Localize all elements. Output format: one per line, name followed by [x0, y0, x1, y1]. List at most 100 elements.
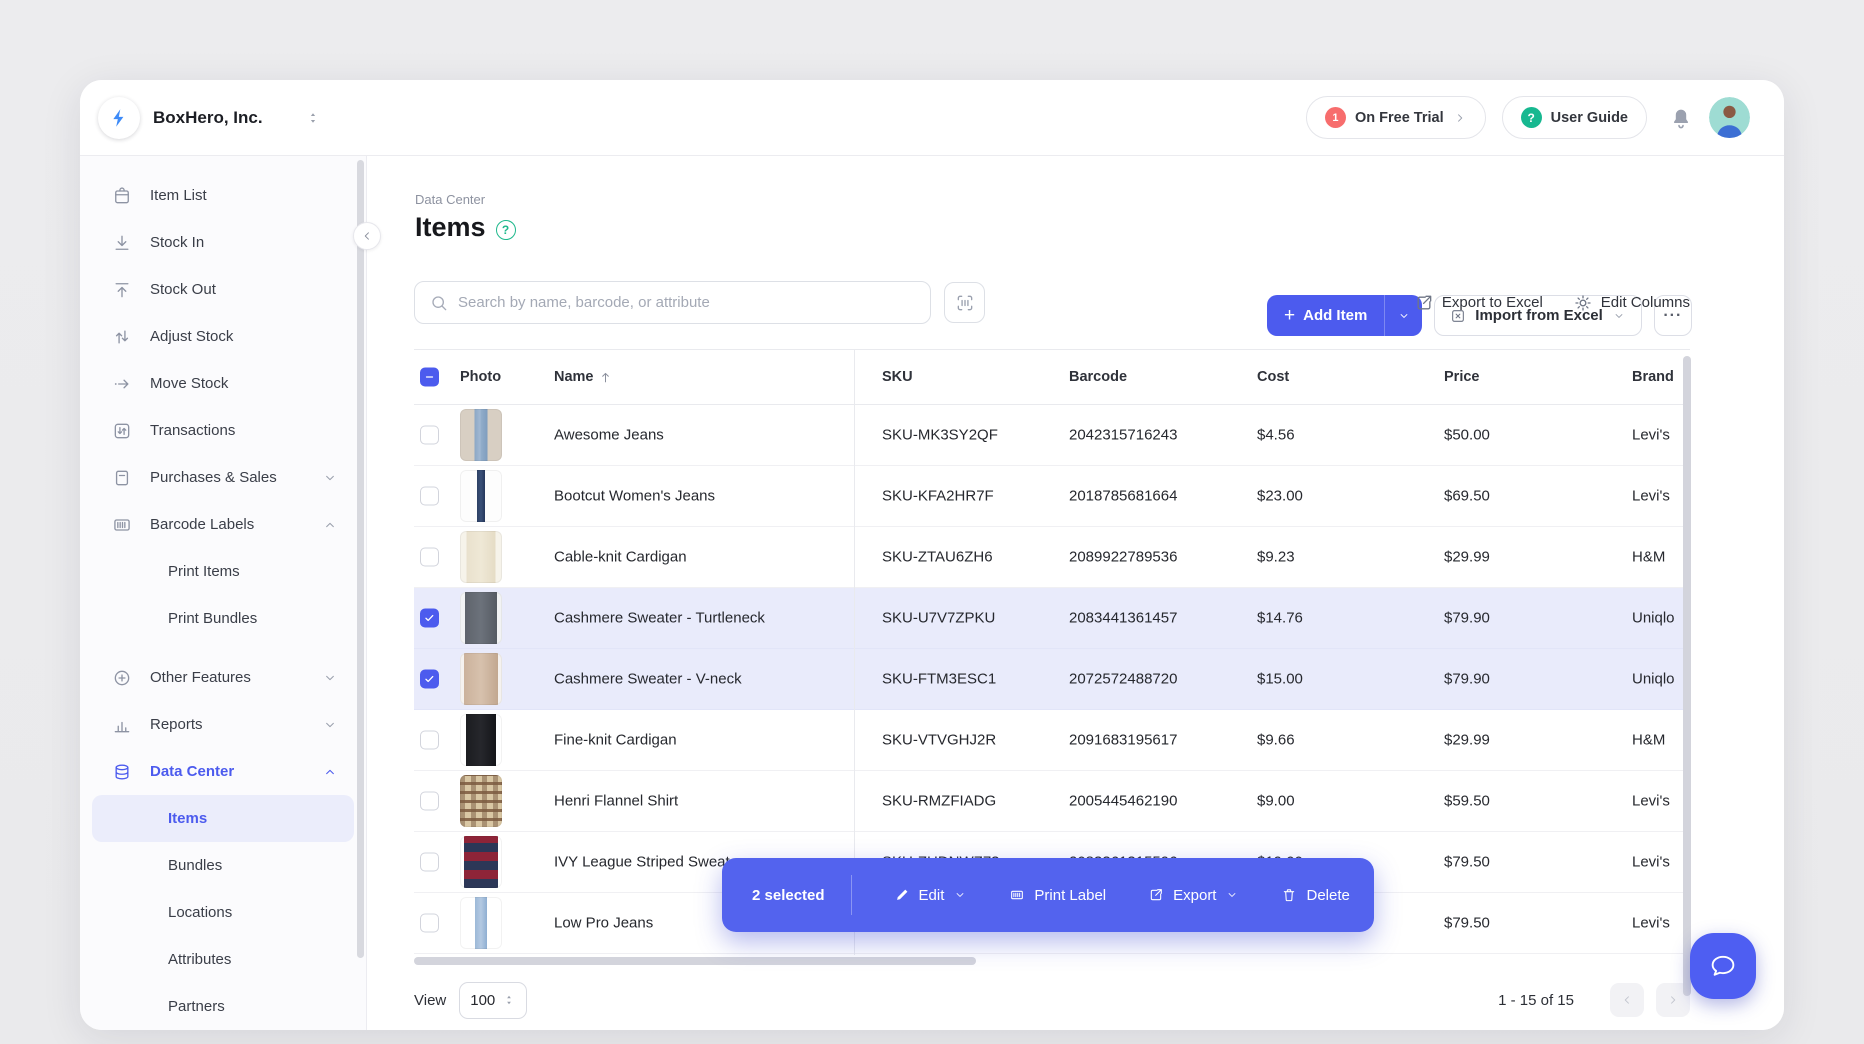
item-cost: $14.76 [1257, 610, 1303, 627]
print-label-button[interactable]: Print Label [995, 877, 1120, 914]
sidebar-item-print-items[interactable]: Print Items [92, 548, 354, 595]
sidebar-item-transactions[interactable]: Transactions [92, 407, 354, 454]
sidebar-item-adjust-stock[interactable]: Adjust Stock [92, 313, 354, 360]
row-checkbox[interactable] [420, 487, 439, 506]
bulk-edit-button[interactable]: Edit [880, 877, 982, 914]
plus-icon: + [1284, 305, 1295, 327]
sidebar-item-data-center[interactable]: Data Center [92, 748, 354, 795]
item-barcode: 2005445462190 [1069, 793, 1177, 810]
page-title: Items [415, 212, 486, 243]
select-all-checkbox[interactable] [420, 368, 439, 387]
item-photo [460, 836, 502, 888]
row-checkbox[interactable] [420, 609, 439, 628]
item-sku: SKU-ZTAU6ZH6 [882, 549, 993, 566]
item-photo [460, 409, 502, 461]
main-content: Data Center Items ? + Add Item Im [367, 156, 1784, 1030]
sidebar-item-partners[interactable]: Partners [92, 983, 354, 1030]
app-window: BoxHero, Inc. 1 On Free Trial ? User Gui… [80, 80, 1784, 1030]
row-checkbox[interactable] [420, 548, 439, 567]
row-checkbox[interactable] [420, 670, 439, 689]
view-label: View [414, 992, 446, 1009]
user-avatar[interactable] [1709, 97, 1750, 138]
sidebar-item-icon [112, 327, 132, 347]
item-price: $79.90 [1444, 671, 1490, 688]
item-cost: $9.00 [1257, 793, 1295, 810]
row-checkbox[interactable] [420, 853, 439, 872]
table-row[interactable]: Fine-knit Cardigan SKU-VTVGHJ2R 20916831… [414, 710, 1690, 771]
item-barcode: 2072572488720 [1069, 671, 1177, 688]
sidebar-item-locations[interactable]: Locations [92, 889, 354, 936]
row-checkbox[interactable] [420, 792, 439, 811]
item-name: Fine-knit Cardigan [554, 732, 677, 749]
company-name[interactable]: BoxHero, Inc. [153, 108, 263, 128]
sidebar-item-item-list[interactable]: Item List [92, 172, 354, 219]
sidebar-item-other-features[interactable]: Other Features [92, 654, 354, 701]
sidebar-collapse-button[interactable] [353, 222, 381, 250]
item-sku: SKU-VTVGHJ2R [882, 732, 996, 749]
previous-page-button[interactable] [1610, 983, 1644, 1017]
edit-columns-button[interactable]: Edit Columns [1573, 293, 1690, 313]
column-header-name[interactable]: Name [554, 369, 613, 385]
table-row[interactable]: Cashmere Sweater - V-neck SKU-FTM3ESC1 2… [414, 649, 1690, 710]
column-header-cost: Cost [1257, 369, 1289, 385]
item-photo [460, 531, 502, 583]
horizontal-scrollbar[interactable] [414, 957, 976, 965]
export-to-excel-button[interactable]: Export to Excel [1414, 293, 1543, 313]
barcode-scan-button[interactable] [944, 282, 985, 323]
sidebar-item-purchases-sales[interactable]: Purchases & Sales [92, 454, 354, 501]
sidebar-item-label: Locations [168, 904, 232, 921]
item-photo [460, 897, 502, 949]
table-row[interactable]: Henri Flannel Shirt SKU-RMZFIADG 2005445… [414, 771, 1690, 832]
sidebar-item-label: Adjust Stock [150, 328, 233, 345]
row-checkbox[interactable] [420, 731, 439, 750]
sidebar-item-icon [112, 762, 132, 782]
gear-icon [1573, 293, 1593, 313]
sidebar-item-bundles[interactable]: Bundles [92, 842, 354, 889]
item-brand: Levi's [1632, 427, 1670, 444]
question-badge-icon: ? [1521, 107, 1542, 128]
barcode-scan-icon [955, 293, 975, 313]
row-checkbox[interactable] [420, 914, 439, 933]
sidebar-item-items[interactable]: Items [92, 795, 354, 842]
item-barcode: 2089922789536 [1069, 549, 1177, 566]
item-cost: $9.23 [1257, 549, 1295, 566]
sidebar-item-label: Print Items [168, 563, 240, 580]
add-item-button[interactable]: + Add Item [1267, 295, 1384, 336]
sidebar-item-label: Move Stock [150, 375, 228, 392]
item-brand: Levi's [1632, 854, 1670, 871]
table-row[interactable]: Bootcut Women's Jeans SKU-KFA2HR7F 20187… [414, 466, 1690, 527]
free-trial-button[interactable]: 1 On Free Trial [1306, 96, 1486, 139]
vertical-scrollbar[interactable] [1683, 356, 1691, 996]
item-name: Low Pro Jeans [554, 915, 653, 932]
sidebar-item-label: Partners [168, 998, 225, 1015]
trash-icon [1281, 887, 1297, 903]
table-row[interactable]: Cashmere Sweater - Turtleneck SKU-U7V7ZP… [414, 588, 1690, 649]
help-icon[interactable]: ? [496, 220, 516, 240]
table-row[interactable]: Awesome Jeans SKU-MK3SY2QF 2042315716243… [414, 405, 1690, 466]
company-switcher-icon[interactable] [305, 110, 321, 126]
chat-launcher-button[interactable] [1690, 933, 1756, 999]
table-footer: View 100 1 - 15 of 15 [414, 978, 1690, 1022]
sidebar-scrollbar[interactable] [357, 160, 364, 958]
bulk-delete-button[interactable]: Delete [1267, 877, 1363, 914]
sidebar-item-barcode-labels[interactable]: Barcode Labels [92, 501, 354, 548]
sidebar-item-move-stock[interactable]: Move Stock [92, 360, 354, 407]
notifications-bell-icon[interactable] [1669, 106, 1693, 130]
sidebar-item-stock-out[interactable]: Stock Out [92, 266, 354, 313]
sidebar-item-attributes[interactable]: Attributes [92, 936, 354, 983]
search-input[interactable] [458, 294, 916, 311]
sidebar-item-label: Barcode Labels [150, 516, 254, 533]
sidebar-item-print-bundles[interactable]: Print Bundles [92, 595, 354, 642]
item-price: $79.50 [1444, 854, 1490, 871]
sidebar-item-stock-in[interactable]: Stock In [92, 219, 354, 266]
item-name: Cashmere Sweater - V-neck [554, 671, 742, 688]
item-name: IVY League Striped Sweater [554, 854, 743, 871]
row-checkbox[interactable] [420, 426, 439, 445]
page-size-select[interactable]: 100 [459, 982, 527, 1019]
user-guide-button[interactable]: ? User Guide [1502, 96, 1647, 139]
bulk-export-button[interactable]: Export [1134, 877, 1253, 914]
sidebar-item-reports[interactable]: Reports [92, 701, 354, 748]
item-photo [460, 714, 502, 766]
desktop-background: BoxHero, Inc. 1 On Free Trial ? User Gui… [0, 0, 1864, 1044]
table-row[interactable]: Cable-knit Cardigan SKU-ZTAU6ZH6 2089922… [414, 527, 1690, 588]
